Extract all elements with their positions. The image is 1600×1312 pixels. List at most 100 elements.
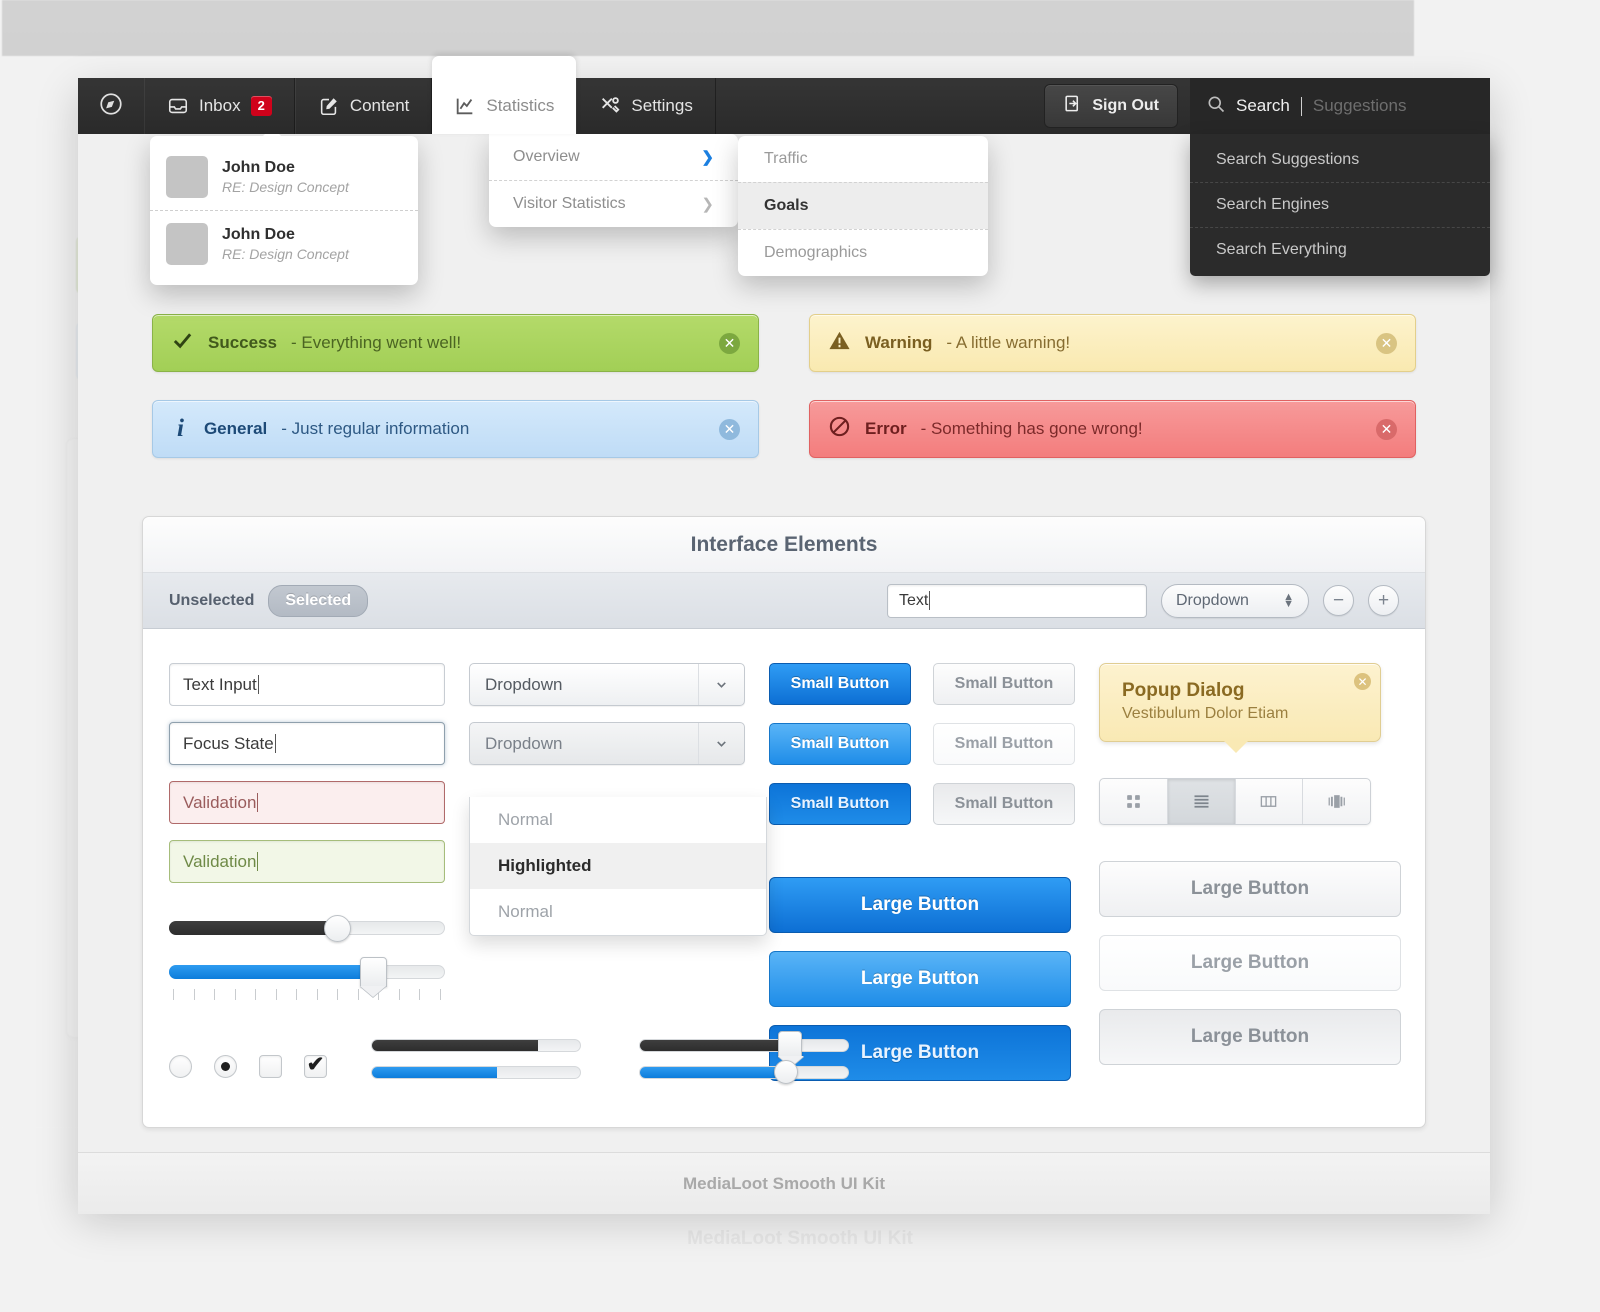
radio-checked[interactable] [214,1054,237,1078]
nav-label-content: Content [349,96,410,115]
text-input-success[interactable]: Validation [169,840,445,883]
list-view-icon[interactable] [1167,779,1236,824]
panel-toolbar: Unselected Selected Text Dropdown ▲ ▼ − + [143,573,1425,629]
search-menu-item-everything[interactable]: Search Everything [1190,227,1490,272]
message-subject: RE: Design Concept [222,246,349,262]
slider-fill [640,1040,790,1051]
text-caret [257,675,259,694]
large-button-blue-2[interactable]: Large Button [769,951,1071,1007]
dropdown-normal[interactable]: Dropdown [469,663,745,706]
close-circle-icon[interactable]: ✕ [719,332,740,354]
slider-knob[interactable] [359,957,387,987]
nav-item-settings[interactable]: Settings [576,78,716,134]
statistics-menu-item-overview[interactable]: Overview ❯ [489,134,738,180]
toolbar-dropdown-value: Dropdown [1176,591,1249,609]
checkbox-unchecked[interactable] [259,1054,282,1078]
alert-success: Success - Everything went well! ✕ [152,314,759,372]
mini-slider-blue[interactable] [371,1066,581,1079]
slider-knob[interactable] [773,1060,798,1084]
toolbar-unselected-label[interactable]: Unselected [169,592,254,610]
sign-out-icon [1063,94,1082,118]
slider-knob[interactable] [323,915,351,942]
small-button-blue-1[interactable]: Small Button [769,663,911,705]
submenu-item-goals[interactable]: Goals [738,182,988,229]
chevron-right-icon: ❯ [701,149,714,166]
no-entry-icon [828,415,851,443]
text-caret [929,591,931,610]
dropdown-value: Dropdown [485,733,563,753]
mini-slider-pin-dark[interactable] [639,1031,849,1057]
column-view-icon[interactable] [1236,779,1304,824]
chevron-right-icon: ❯ [701,196,714,213]
stepper-minus-button[interactable]: − [1323,585,1354,616]
slider-dark[interactable] [169,915,445,942]
alert-title: Success [208,333,277,352]
input-value: Validation [183,851,257,871]
search-menu-item-engines[interactable]: Search Engines [1190,182,1490,227]
footer: MediaLoot Smooth UI Kit [78,1152,1490,1214]
close-circle-icon[interactable]: ✕ [1376,418,1397,440]
dropdown-open[interactable]: Dropdown [469,722,745,765]
nav-item-inbox[interactable]: Inbox 2 [144,78,295,134]
nav-item-statistics[interactable]: Statistics [432,56,577,134]
slider-blue[interactable] [169,957,445,987]
interface-elements-panel: Interface Elements Unselected Selected T… [142,516,1426,1128]
dropdown-option-highlighted[interactable]: Highlighted [470,843,766,889]
stepper-plus-button[interactable]: + [1368,585,1399,616]
alert-message: - Something has gone wrong! [920,419,1143,438]
cover-flow-icon[interactable] [1303,779,1370,824]
close-circle-icon[interactable]: ✕ [1376,332,1397,354]
inbox-message-row[interactable]: John Doe RE: Design Concept [150,210,418,277]
large-button-gray-1[interactable]: Large Button [1099,861,1401,917]
logo-button[interactable] [78,78,144,134]
small-button-blue-2[interactable]: Small Button [769,723,911,765]
search-placeholder: Suggestions [1312,96,1407,115]
toolbar-dropdown[interactable]: Dropdown ▲ ▼ [1161,583,1309,618]
statistics-menu-item-visitor-statistics[interactable]: Visitor Statistics ❯ [489,180,738,227]
small-button-blue-3[interactable]: Small Button [769,783,911,825]
alert-message: - Everything went well! [291,333,462,352]
search-input[interactable]: Search Suggestions Search Suggestions Se… [1190,78,1490,276]
large-button-blue-1[interactable]: Large Button [769,877,1071,933]
message-sender: John Doe [222,226,295,243]
radio-unchecked[interactable] [169,1054,192,1078]
nav-item-content[interactable]: Content [294,78,433,134]
text-input-focus[interactable]: Focus State [169,722,445,765]
text-input-error[interactable]: Validation [169,781,445,824]
large-button-gray-3[interactable]: Large Button [1099,1009,1401,1065]
small-button-gray-1[interactable]: Small Button [933,663,1075,705]
submenu-item-traffic[interactable]: Traffic [738,136,988,182]
large-button-gray-2[interactable]: Large Button [1099,935,1401,991]
panel-title: Interface Elements [143,517,1425,573]
close-circle-icon[interactable]: ✕ [1354,673,1371,690]
toolbar-selected-pill[interactable]: Selected [268,584,369,617]
dropdown-option-normal-1[interactable]: Normal [470,797,766,843]
inbox-badge: 2 [250,96,272,116]
tools-icon [599,95,621,117]
popup-dialog: ✕ Popup Dialog Vestibulum Dolor Etiam [1099,663,1381,753]
mini-slider-dark[interactable] [371,1039,581,1052]
small-button-gray-3[interactable]: Small Button [933,783,1075,825]
text-input-normal[interactable]: Text Input [169,663,445,706]
statistics-submenu: Traffic Goals Demographics [738,136,988,276]
grid-view-icon[interactable] [1100,779,1168,824]
search-value: Search [1236,96,1290,115]
dropdown-option-normal-2[interactable]: Normal [470,889,766,935]
ghost-footer-text: MediaLoot Smooth UI Kit [687,1228,913,1249]
slider-fill [169,921,338,935]
slider-knob[interactable] [777,1031,802,1057]
small-button-gray-2[interactable]: Small Button [933,723,1075,765]
toolbar-text-input[interactable]: Text [887,583,1147,618]
submenu-item-demographics[interactable]: Demographics [738,229,988,276]
inbox-message-row[interactable]: John Doe RE: Design Concept [150,144,418,210]
search-menu-item-suggestions[interactable]: Search Suggestions [1190,138,1490,182]
avatar [166,223,208,265]
sign-out-button[interactable]: Sign Out [1044,84,1178,128]
mini-slider-pin-blue[interactable] [639,1060,849,1084]
check-icon [171,329,194,357]
close-circle-icon[interactable]: ✕ [719,418,740,440]
toolbar-right-group: Text Dropdown ▲ ▼ − + [887,583,1399,618]
checkbox-checked[interactable]: ✔ [304,1054,327,1078]
sign-out-label: Sign Out [1092,97,1159,114]
message-subject: RE: Design Concept [222,179,349,195]
